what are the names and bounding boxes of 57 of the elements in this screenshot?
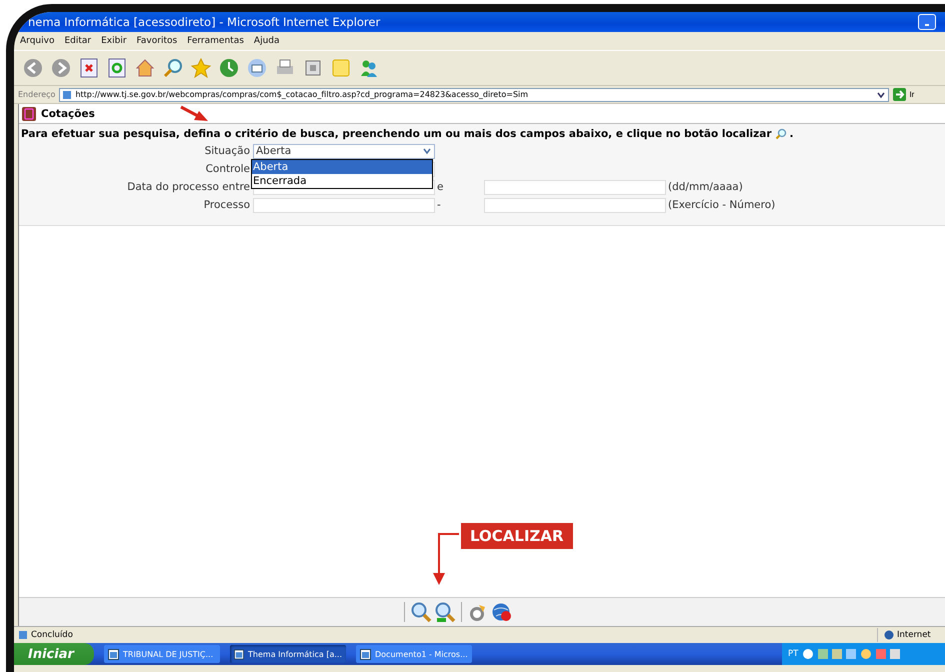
page-icon xyxy=(62,90,72,100)
search-icon[interactable] xyxy=(774,128,787,140)
forward-icon[interactable] xyxy=(50,57,72,79)
page-icon xyxy=(18,630,28,640)
search-icon[interactable] xyxy=(162,57,184,79)
address-label: Endereço xyxy=(18,90,56,99)
menu-item[interactable]: Favoritos xyxy=(136,36,178,46)
field-label: Controle xyxy=(204,163,251,175)
period-text: . xyxy=(790,128,794,140)
taskbar-button[interactable]: Thema Informática [a... xyxy=(230,645,346,663)
format-hint: (Exercício - Número) xyxy=(667,199,776,211)
address-field[interactable]: http://www.tj.se.gov.br/webcompras/compras/com$_cotacao_filtro.asp?cd_programa=24823&acesso_direto=Sim xyxy=(59,88,890,102)
back-icon[interactable] xyxy=(22,57,44,79)
pointer-arrow xyxy=(179,105,209,122)
arrow-icon xyxy=(893,88,906,101)
book-icon xyxy=(21,106,37,122)
field-label: Data do processo entre xyxy=(126,181,251,193)
format-hint: (dd/mm/aaaa) xyxy=(667,181,743,193)
window-icon xyxy=(108,648,119,660)
dropdown-icon xyxy=(422,146,432,156)
taskbar-button[interactable]: TRIBUNAL DE JUSTIÇ... xyxy=(104,645,220,663)
stop-icon[interactable] xyxy=(78,57,100,79)
instruction-text: Para efetuar sua pesquisa, defina o critério de busca, preenchendo um ou mais dos campos abaixo, e clique no botão localizar xyxy=(21,128,772,140)
page-heading: Cotações xyxy=(41,108,95,120)
window-icon xyxy=(360,648,371,660)
menu-item[interactable]: Editar xyxy=(64,36,92,46)
dropdown-option[interactable]: Encerrada xyxy=(252,174,432,188)
globe-icon xyxy=(884,630,894,640)
window-icon xyxy=(234,648,244,660)
minimize-button[interactable] xyxy=(918,14,936,30)
menu-item[interactable]: Ajuda xyxy=(254,36,280,46)
status-text: Concluído xyxy=(31,630,74,640)
field-label: Situação xyxy=(204,145,251,157)
refresh-icon[interactable] xyxy=(106,57,128,79)
star-icon[interactable] xyxy=(190,57,212,79)
field-label: Processo xyxy=(202,199,251,211)
dropdown-option[interactable]: Aberta xyxy=(252,160,432,174)
callout-label: LOCALIZAR xyxy=(461,523,573,549)
home-icon[interactable] xyxy=(134,57,156,79)
go-button[interactable]: Ir xyxy=(893,88,914,101)
start-button[interactable]: Iniciar xyxy=(14,643,94,665)
separator-text: - xyxy=(436,199,442,211)
zone-text: Internet xyxy=(897,630,931,640)
globe-icon[interactable] xyxy=(490,601,512,623)
menu-item[interactable]: Exibir xyxy=(101,36,127,46)
window-title: hema Informática [acessodireto] - Microsoft Internet Explorer xyxy=(28,15,382,29)
input-field[interactable] xyxy=(484,198,666,212)
input-field[interactable] xyxy=(484,180,666,194)
search-icon[interactable] xyxy=(410,601,432,623)
select-field[interactable]: Aberta xyxy=(253,144,435,158)
clear-search-icon[interactable] xyxy=(434,601,456,623)
input-field[interactable] xyxy=(253,198,435,212)
menu-item[interactable]: Arquivo xyxy=(20,36,54,46)
taskbar-button[interactable]: Documento1 - Micros... xyxy=(356,645,472,663)
menu-item[interactable]: Ferramentas xyxy=(187,36,244,46)
separator-text: e xyxy=(436,181,444,193)
dropdown-icon[interactable] xyxy=(876,90,886,100)
